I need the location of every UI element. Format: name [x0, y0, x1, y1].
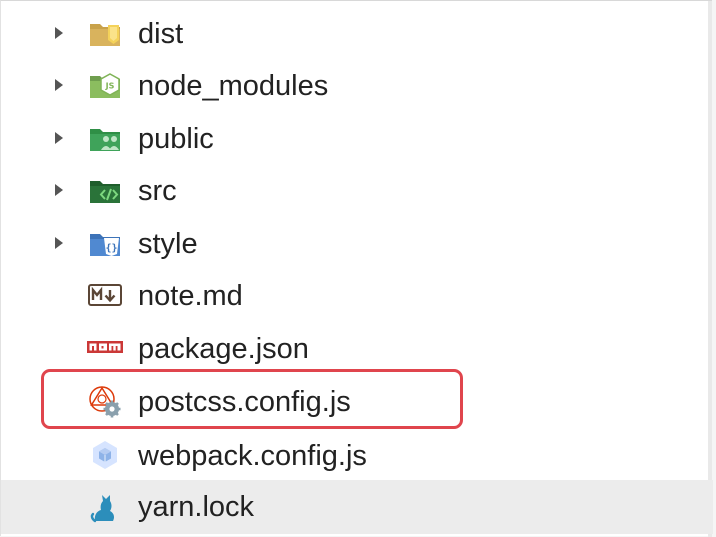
tree-item-package-json[interactable]: package.json	[1, 322, 713, 374]
file-explorer: dist JS node_modules public src {} style…	[0, 0, 713, 537]
tree-item-label: public	[138, 123, 214, 155]
chevron-right-icon[interactable]	[53, 183, 65, 197]
tree-item-node-modules[interactable]: JS node_modules	[1, 59, 713, 111]
tree-item-webpack-config[interactable]: webpack.config.js	[1, 429, 713, 481]
tree-item-public[interactable]: public	[1, 112, 713, 164]
tree-item-label: note.md	[138, 280, 243, 312]
tree-item-label: node_modules	[138, 70, 329, 102]
chevron-right-icon[interactable]	[53, 26, 65, 40]
tree-item-label: yarn.lock	[138, 491, 255, 523]
webpack-config-icon	[87, 439, 123, 471]
chevron-right-icon[interactable]	[53, 236, 65, 250]
tree-item-label: dist	[138, 18, 184, 50]
tree-item-label: style	[138, 228, 198, 260]
chevron-right-icon[interactable]	[53, 131, 65, 145]
dist-folder-icon	[87, 17, 123, 49]
tree-item-yarn-lock[interactable]: yarn.lock	[1, 480, 713, 534]
tree-item-label: webpack.config.js	[138, 440, 367, 472]
chevron-right-icon[interactable]	[53, 78, 65, 92]
tree-item-label: src	[138, 175, 177, 207]
tree-item-src[interactable]: src	[1, 164, 713, 216]
public-folder-icon	[87, 122, 123, 154]
markdown-file-icon	[87, 279, 123, 311]
svg-text:JS: JS	[105, 82, 115, 91]
style-folder-icon: {}	[87, 227, 123, 259]
src-folder-icon	[87, 174, 123, 206]
highlight-box	[41, 369, 463, 429]
node-modules-folder-icon: JS	[87, 69, 123, 101]
tree-item-dist[interactable]: dist	[1, 7, 713, 59]
tree-item-note-md[interactable]: note.md	[1, 269, 713, 321]
npm-file-icon	[87, 332, 123, 364]
svg-text:{}: {}	[105, 243, 117, 254]
tree-item-label: package.json	[138, 333, 309, 365]
yarn-lock-icon	[87, 490, 123, 523]
tree-item-style[interactable]: {} style	[1, 217, 713, 269]
